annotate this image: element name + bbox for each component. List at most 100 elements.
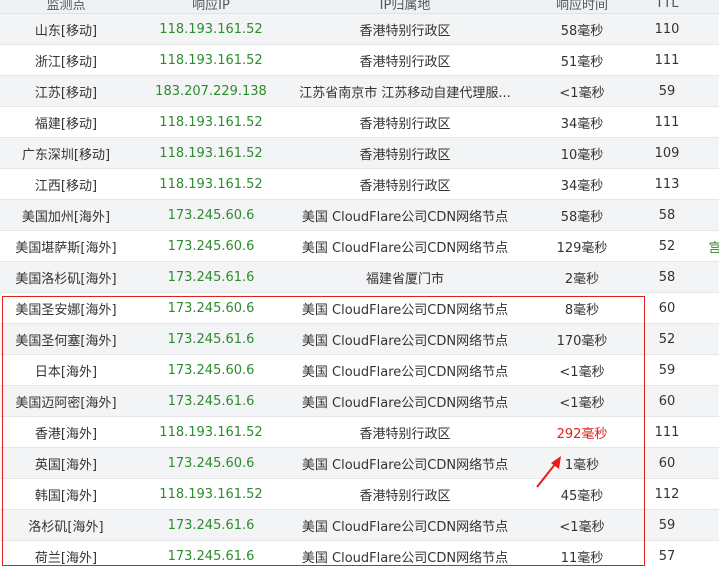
cell-node: 江苏[移动]: [0, 75, 132, 107]
header-extra: [690, 0, 719, 14]
cell-ip: 173.245.60.6: [132, 199, 290, 231]
cell-location: 香港特别行政区: [290, 137, 520, 169]
cell-ip: 173.245.60.6: [132, 447, 290, 479]
cell-node: 美国圣安娜[海外]: [0, 292, 132, 324]
cell-time: 34毫秒: [520, 106, 644, 138]
cell-node: 美国洛杉矶[海外]: [0, 261, 132, 293]
cell-ip: 173.245.60.6: [132, 354, 290, 386]
cell-ip: 118.193.161.52: [132, 168, 290, 200]
cell-time: <1毫秒: [520, 354, 644, 386]
cell-node: 福建[移动]: [0, 106, 132, 138]
cell-extra: [690, 13, 719, 45]
header-ttl: TTL: [644, 0, 690, 14]
cell-extra: [690, 385, 719, 417]
cell-extra: [690, 447, 719, 479]
cell-extra: [690, 199, 719, 231]
ping-results-view: 监测点 响应IP IP归属地 响应时间 TTL 山东[移动] 118.193.16…: [0, 0, 719, 569]
cell-ttl: 57: [644, 540, 690, 569]
cell-ip: 118.193.161.52: [132, 106, 290, 138]
cell-location: 美国 CloudFlare公司CDN网络节点: [290, 230, 520, 262]
cell-node: 江西[移动]: [0, 168, 132, 200]
cell-ip: 173.245.61.6: [132, 509, 290, 541]
cell-ttl: 111: [644, 106, 690, 138]
cell-location: 美国 CloudFlare公司CDN网络节点: [290, 354, 520, 386]
cell-extra: [690, 106, 719, 138]
cell-ttl: 113: [644, 168, 690, 200]
cell-location: 福建省厦门市: [290, 261, 520, 293]
cell-extra: [690, 478, 719, 510]
ping-results-table: 监测点 响应IP IP归属地 响应时间 TTL 山东[移动] 118.193.16…: [0, 0, 719, 569]
table-row: 福建[移动] 118.193.161.52 香港特别行政区 34毫秒 111: [0, 106, 719, 138]
cell-location: 香港特别行政区: [290, 478, 520, 510]
table-row: 荷兰[海外] 173.245.61.6 美国 CloudFlare公司CDN网络节点…: [0, 540, 719, 569]
table-row: 美国洛杉矶[海外] 173.245.61.6 福建省厦门市 2毫秒 58: [0, 261, 719, 293]
cell-ip: 118.193.161.52: [132, 137, 290, 169]
cell-ip: 173.245.60.6: [132, 230, 290, 262]
cell-ip: 173.245.61.6: [132, 385, 290, 417]
cell-node: 美国迈阿密[海外]: [0, 385, 132, 417]
cell-node: 美国圣何塞[海外]: [0, 323, 132, 355]
cell-location: 美国 CloudFlare公司CDN网络节点: [290, 540, 520, 569]
cell-ttl: 59: [644, 509, 690, 541]
cell-time: <1毫秒: [520, 75, 644, 107]
cell-time: 45毫秒: [520, 478, 644, 510]
cell-node: 山东[移动]: [0, 13, 132, 45]
cell-time: 8毫秒: [520, 292, 644, 324]
cell-time: 58毫秒: [520, 199, 644, 231]
cell-location: 美国 CloudFlare公司CDN网络节点: [290, 447, 520, 479]
cell-extra: [690, 44, 719, 76]
cell-node: 英国[海外]: [0, 447, 132, 479]
cell-node: 荷兰[海外]: [0, 540, 132, 569]
cell-extra: 宫: [690, 230, 719, 262]
cell-extra: [690, 168, 719, 200]
cell-location: 香港特别行政区: [290, 416, 520, 448]
cell-ttl: 59: [644, 354, 690, 386]
table-row: 美国加州[海外] 173.245.60.6 美国 CloudFlare公司CDN网络…: [0, 199, 719, 231]
cell-extra: [690, 540, 719, 569]
table-row: 山东[移动] 118.193.161.52 香港特别行政区 58毫秒 110: [0, 13, 719, 45]
cell-time: 2毫秒: [520, 261, 644, 293]
header-node: 监测点: [0, 0, 132, 14]
table-row: 英国[海外] 173.245.60.6 美国 CloudFlare公司CDN网络节点…: [0, 447, 719, 479]
cell-node: 洛杉矶[海外]: [0, 509, 132, 541]
cell-location: 美国 CloudFlare公司CDN网络节点: [290, 385, 520, 417]
cell-location: 香港特别行政区: [290, 168, 520, 200]
cell-extra: [690, 354, 719, 386]
table-row: 江苏[移动] 183.207.229.138 江苏省南京市 江苏移动自建代理服...…: [0, 75, 719, 107]
cell-ip: 118.193.161.52: [132, 13, 290, 45]
cell-ttl: 112: [644, 478, 690, 510]
header-location: IP归属地: [290, 0, 520, 14]
cell-extra: [690, 323, 719, 355]
table-body: 山东[移动] 118.193.161.52 香港特别行政区 58毫秒 110 浙江[移动]…: [0, 13, 719, 569]
cell-node: 美国加州[海外]: [0, 199, 132, 231]
cell-time: 292毫秒: [520, 416, 644, 448]
table-row: 韩国[海外] 118.193.161.52 香港特别行政区 45毫秒 112: [0, 478, 719, 510]
cell-extra: [690, 261, 719, 293]
cell-node: 广东深圳[移动]: [0, 137, 132, 169]
cell-time: 170毫秒: [520, 323, 644, 355]
cell-time: 11毫秒: [520, 540, 644, 569]
cell-ip: 173.245.61.6: [132, 323, 290, 355]
cell-ttl: 52: [644, 323, 690, 355]
cell-ttl: 60: [644, 447, 690, 479]
table-row: 洛杉矶[海外] 173.245.61.6 美国 CloudFlare公司CDN网络节…: [0, 509, 719, 541]
cell-ip: 118.193.161.52: [132, 44, 290, 76]
cell-location: 香港特别行政区: [290, 13, 520, 45]
cell-time: <1毫秒: [520, 385, 644, 417]
cell-ip: 118.193.161.52: [132, 478, 290, 510]
cell-ttl: 58: [644, 199, 690, 231]
cell-node: 日本[海外]: [0, 354, 132, 386]
cell-ip: 173.245.60.6: [132, 292, 290, 324]
cell-ip: 173.245.61.6: [132, 261, 290, 293]
table-row: 美国堪萨斯[海外] 173.245.60.6 美国 CloudFlare公司CDN网…: [0, 230, 719, 262]
cell-time: 10毫秒: [520, 137, 644, 169]
cell-time: 34毫秒: [520, 168, 644, 200]
cell-location: 美国 CloudFlare公司CDN网络节点: [290, 323, 520, 355]
cell-node: 韩国[海外]: [0, 478, 132, 510]
table-row: 浙江[移动] 118.193.161.52 香港特别行政区 51毫秒 111: [0, 44, 719, 76]
header-time: 响应时间: [520, 0, 644, 14]
table-row: 美国圣何塞[海外] 173.245.61.6 美国 CloudFlare公司CDN网…: [0, 323, 719, 355]
header-ip: 响应IP: [132, 0, 290, 14]
cell-extra: [690, 292, 719, 324]
table-row: 香港[海外] 118.193.161.52 香港特别行政区 292毫秒 111: [0, 416, 719, 448]
